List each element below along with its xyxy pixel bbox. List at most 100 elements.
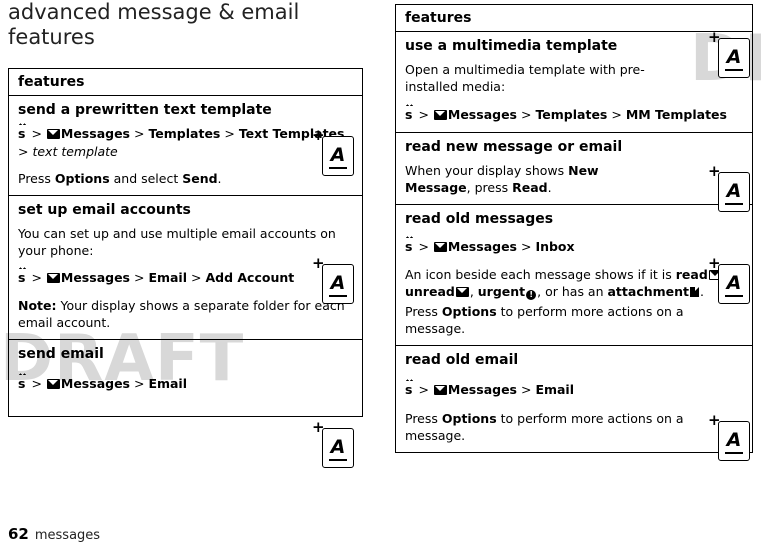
chapter-tab-marker: + A	[312, 128, 354, 176]
nav-item-email: Email	[535, 382, 575, 397]
feature-note: Note: Your display shows a separate fold…	[18, 297, 353, 331]
note-prefix: Press	[405, 304, 442, 319]
nav-item-add-account: Add Account	[205, 270, 295, 285]
join-3: , or has an	[537, 284, 608, 299]
body-prefix: When your display shows	[405, 163, 569, 178]
tab-letter: A	[323, 272, 353, 297]
note-text: Your display shows a separate folder for…	[18, 298, 345, 330]
messages-envelope-icon	[433, 242, 447, 252]
table-header-row: features	[8, 68, 363, 96]
tab-letter: A	[719, 46, 749, 71]
soft-key-icon: s	[405, 234, 414, 254]
table-row: send email s > Messages > Email	[8, 339, 363, 417]
feature-name: use a multimedia template	[405, 38, 618, 54]
note-end: .	[217, 171, 222, 186]
table-row: set up email accounts You can set up and…	[8, 195, 363, 340]
chapter-tab-marker: + A	[312, 256, 354, 304]
feature-body: An icon beside each message shows if it …	[405, 266, 743, 300]
urgent-state-label: urgent	[477, 284, 526, 299]
feature-nav-path: s > Messages > Inbox	[405, 234, 575, 254]
feature-name: send email	[18, 346, 104, 362]
feature-nav-path: s > Messages > Email > Add Account	[18, 265, 295, 285]
plus-icon: +	[312, 254, 325, 272]
page-title: advanced message & email features	[8, 0, 300, 49]
nav-item-text-template-variable: text template	[32, 144, 118, 159]
tab-letter: A	[323, 436, 353, 461]
plus-icon: +	[708, 28, 721, 46]
messages-envelope-icon	[46, 129, 60, 139]
body-end: .	[700, 284, 704, 299]
chapter-tab-marker: + A	[708, 413, 750, 461]
nav-item-messages: Messages	[447, 107, 517, 122]
note-label: Note:	[18, 298, 57, 313]
left-feature-table-wrap: features send a prewritten text template…	[8, 68, 363, 417]
soft-key-icon: s	[405, 102, 414, 122]
join-2: ,	[469, 284, 478, 299]
messages-envelope-icon	[433, 385, 447, 395]
plus-icon: +	[708, 254, 721, 272]
feature-name: send a prewritten text template	[18, 102, 272, 118]
soft-key-icon: s	[405, 377, 414, 397]
chapter-tab-marker: + A	[708, 164, 750, 212]
page-number: 62	[8, 525, 29, 543]
nav-item-messages: Messages	[60, 126, 130, 141]
feature-name: read new message or email	[405, 139, 623, 155]
messages-envelope-icon	[46, 379, 60, 389]
nav-item-templates: Templates	[535, 107, 608, 122]
unread-message-icon	[455, 287, 469, 297]
messages-envelope-icon	[433, 110, 447, 120]
chapter-tab-marker: + A	[312, 420, 354, 468]
table-header-cell: features	[395, 4, 753, 32]
feature-name: read old messages	[405, 211, 554, 227]
feature-note: Press Options to perform more actions on…	[405, 410, 743, 444]
right-feature-table: features use a multimedia template Open …	[395, 4, 753, 453]
nav-item-email: Email	[148, 270, 188, 285]
note-middle: and select	[109, 171, 183, 186]
attachment-icon	[690, 287, 700, 297]
plus-icon: +	[708, 411, 721, 429]
feature-nav-path: s > Messages > Email	[18, 371, 188, 391]
table-row: read old messages s > Messages > Inbox A…	[395, 204, 753, 346]
tab-letter: A	[719, 180, 749, 205]
table-row: send a prewritten text template s > Mess…	[8, 95, 363, 196]
nav-item-inbox: Inbox	[535, 239, 575, 254]
tab-letter: A	[719, 429, 749, 454]
read-state-label: read	[675, 267, 708, 282]
urgent-icon: !	[526, 290, 537, 300]
feature-body: You can set up and use multiple email ac…	[18, 226, 336, 258]
body-middle: , press	[466, 180, 513, 195]
feature-body: Open a multimedia template with pre-inst…	[405, 62, 645, 94]
tab-letter: A	[719, 272, 749, 297]
right-feature-table-wrap: features use a multimedia template Open …	[395, 4, 753, 453]
feature-note: Press Options to perform more actions on…	[405, 303, 743, 337]
plus-icon: +	[312, 126, 325, 144]
options-label: Options	[441, 411, 497, 426]
soft-key-icon: s	[18, 121, 27, 141]
nav-item-messages: Messages	[60, 376, 130, 391]
soft-key-icon: s	[18, 265, 27, 285]
nav-item-messages: Messages	[447, 239, 517, 254]
unread-state-label: unread	[405, 284, 455, 299]
attachment-label: attachment	[607, 284, 690, 299]
body-prefix: An icon beside each message shows if it …	[405, 267, 676, 282]
nav-item-email: Email	[148, 376, 188, 391]
table-row: read new message or email When your disp…	[395, 132, 753, 205]
table-row: read old email s > Messages > Email Pres…	[395, 345, 753, 453]
messages-envelope-icon	[46, 273, 60, 283]
feature-name: set up email accounts	[18, 202, 191, 218]
soft-key-icon: s	[18, 371, 27, 391]
chapter-tab-marker: + A	[708, 30, 750, 78]
tab-letter: A	[323, 144, 353, 169]
table-row: use a multimedia template Open a multime…	[395, 31, 753, 133]
manual-page: DRAFT DRAFT advanced message & email fea…	[0, 0, 761, 549]
feature-body: When your display shows New Message, pre…	[405, 162, 660, 196]
table-header-cell: features	[8, 68, 363, 96]
options-label: Options	[54, 171, 110, 186]
table-header-row: features	[395, 4, 753, 32]
footer-section-label: messages	[34, 528, 101, 543]
plus-icon: +	[312, 418, 325, 436]
chapter-tab-marker: + A	[708, 256, 750, 304]
left-feature-table: features send a prewritten text template…	[8, 68, 363, 417]
body-end: .	[547, 180, 552, 195]
page-title-wrap: advanced message & email features	[8, 0, 338, 50]
